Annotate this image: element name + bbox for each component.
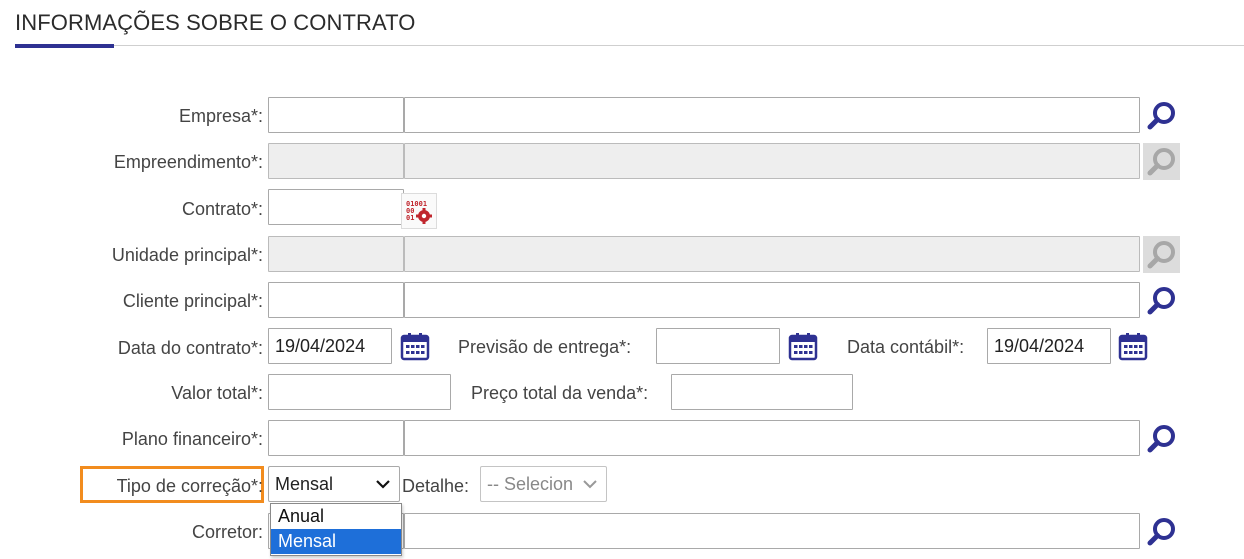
chevron-down-icon	[583, 480, 597, 489]
empresa-label: Empresa*:	[178, 106, 263, 126]
empreendimento-search-button[interactable]	[1143, 143, 1180, 180]
empresa-name-input[interactable]	[404, 97, 1140, 133]
cliente-name-input[interactable]	[404, 282, 1140, 318]
data-contabil-calendar-button[interactable]	[1114, 328, 1151, 365]
unidade-principal-label: Unidade principal*:	[111, 245, 263, 265]
tipo-correcao-dropdown: Anual Mensal	[270, 503, 402, 556]
empreendimento-code-input[interactable]	[268, 143, 404, 179]
tipo-correcao-selected-value: Mensal	[275, 474, 334, 494]
preco-total-venda-input[interactable]	[671, 374, 853, 410]
plano-financeiro-code-input[interactable]	[268, 420, 404, 456]
cliente-search-button[interactable]	[1143, 282, 1180, 319]
search-icon	[1147, 517, 1175, 545]
previsao-entrega-input[interactable]	[656, 328, 780, 364]
empresa-code-input[interactable]	[268, 97, 404, 133]
data-contabil-input[interactable]: 19/04/2024	[987, 328, 1111, 364]
empresa-search-button[interactable]	[1143, 97, 1180, 134]
valor-total-input[interactable]	[268, 374, 451, 410]
data-contrato-label: Data do contrato*:	[117, 338, 263, 358]
corretor-label: Corretor:	[191, 522, 263, 542]
unidade-name-input[interactable]	[404, 236, 1140, 272]
unidade-search-button[interactable]	[1143, 236, 1180, 273]
data-contrato-calendar-button[interactable]	[396, 328, 433, 365]
section-title: INFORMAÇÕES SOBRE O CONTRATO	[15, 10, 416, 35]
search-icon	[1147, 147, 1175, 175]
cliente-code-input[interactable]	[268, 282, 404, 318]
detalhe-select[interactable]: -- Selecion	[480, 466, 607, 502]
contrato-input[interactable]	[268, 189, 404, 225]
data-contabil-label: Data contábil*:	[847, 337, 965, 357]
empreendimento-name-input[interactable]	[404, 143, 1140, 179]
chevron-down-icon	[376, 480, 390, 489]
code-generator-icon: 01001 00 01	[406, 200, 432, 224]
calendar-icon	[1118, 332, 1147, 360]
calendar-icon	[788, 332, 817, 360]
tipo-correcao-option-anual[interactable]: Anual	[271, 504, 401, 529]
section-accent-bar	[15, 44, 114, 48]
search-icon	[1147, 240, 1175, 268]
contrato-label: Contrato*:	[181, 199, 263, 219]
search-icon	[1147, 101, 1175, 129]
tipo-correcao-label: Tipo de correção*:	[116, 476, 263, 496]
search-icon	[1147, 424, 1175, 452]
unidade-code-input[interactable]	[268, 236, 404, 272]
plano-financeiro-name-input[interactable]	[404, 420, 1140, 456]
calendar-icon	[400, 332, 429, 360]
section-divider	[15, 45, 1244, 46]
data-contrato-input[interactable]: 19/04/2024	[268, 328, 392, 364]
detalhe-selected-value: -- Selecion	[487, 474, 574, 494]
tipo-correcao-select[interactable]: Mensal	[268, 466, 400, 502]
generate-contract-button[interactable]: 01001 00 01	[401, 193, 437, 229]
svg-text:01: 01	[406, 214, 414, 222]
corretor-search-button[interactable]	[1143, 513, 1180, 550]
corretor-name-input[interactable]	[404, 513, 1140, 549]
preco-total-venda-label: Preço total da venda*:	[471, 383, 649, 403]
plano-financeiro-label: Plano financeiro*:	[121, 429, 263, 449]
previsao-entrega-calendar-button[interactable]	[784, 328, 821, 365]
search-icon	[1147, 286, 1175, 314]
previsao-entrega-label: Previsão de entrega*:	[458, 337, 632, 357]
detalhe-label: Detalhe:	[402, 476, 470, 496]
cliente-principal-label: Cliente principal*:	[122, 291, 263, 311]
valor-total-label: Valor total*:	[171, 383, 263, 403]
empreendimento-label: Empreendimento*:	[113, 152, 263, 172]
plano-financeiro-search-button[interactable]	[1143, 420, 1180, 457]
tipo-correcao-option-mensal[interactable]: Mensal	[271, 529, 401, 554]
